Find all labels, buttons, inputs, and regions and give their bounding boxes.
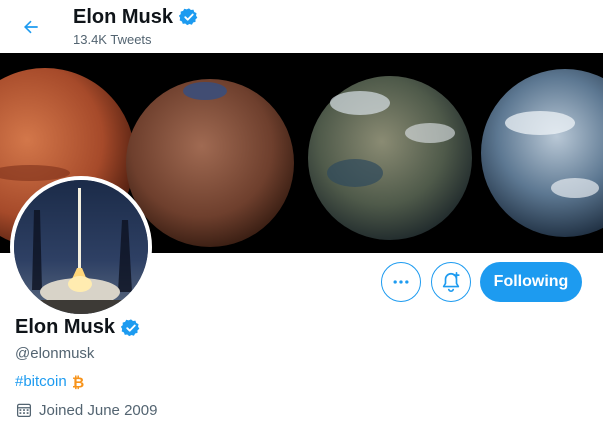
rocket-launch-photo	[14, 180, 148, 314]
verified-badge-icon	[179, 8, 198, 26]
profile-bio: #bitcoin ₿	[15, 373, 85, 390]
tweet-count: 13.4K Tweets	[73, 32, 152, 47]
bitcoin-hashtag-link[interactable]: #bitcoin	[15, 373, 67, 390]
verified-badge-icon	[121, 318, 140, 336]
joined-text: Joined June 2009	[39, 401, 158, 419]
arrow-left-icon	[24, 20, 38, 34]
notifications-button[interactable]	[431, 262, 471, 302]
profile-header: Elon Musk 13.4K Tweets	[0, 0, 603, 53]
bitcoin-icon: ₿	[72, 374, 84, 390]
more-icon	[393, 280, 409, 284]
svg-text:₿: ₿	[72, 374, 84, 390]
profile-handle: @elonmusk	[15, 345, 95, 362]
bell-plus-icon	[442, 272, 460, 292]
joined-date: Joined June 2009	[15, 401, 157, 419]
header-name: Elon Musk	[73, 6, 174, 28]
calendar-icon	[16, 403, 32, 418]
avatar[interactable]	[10, 176, 152, 318]
profile-name-row: Elon Musk	[15, 316, 141, 339]
header-title-block: Elon Musk 13.4K Tweets	[73, 5, 199, 47]
profile-name: Elon Musk	[15, 316, 116, 338]
following-button[interactable]: Following	[480, 262, 582, 302]
back-button[interactable]	[12, 8, 50, 46]
more-options-button[interactable]	[381, 262, 421, 302]
